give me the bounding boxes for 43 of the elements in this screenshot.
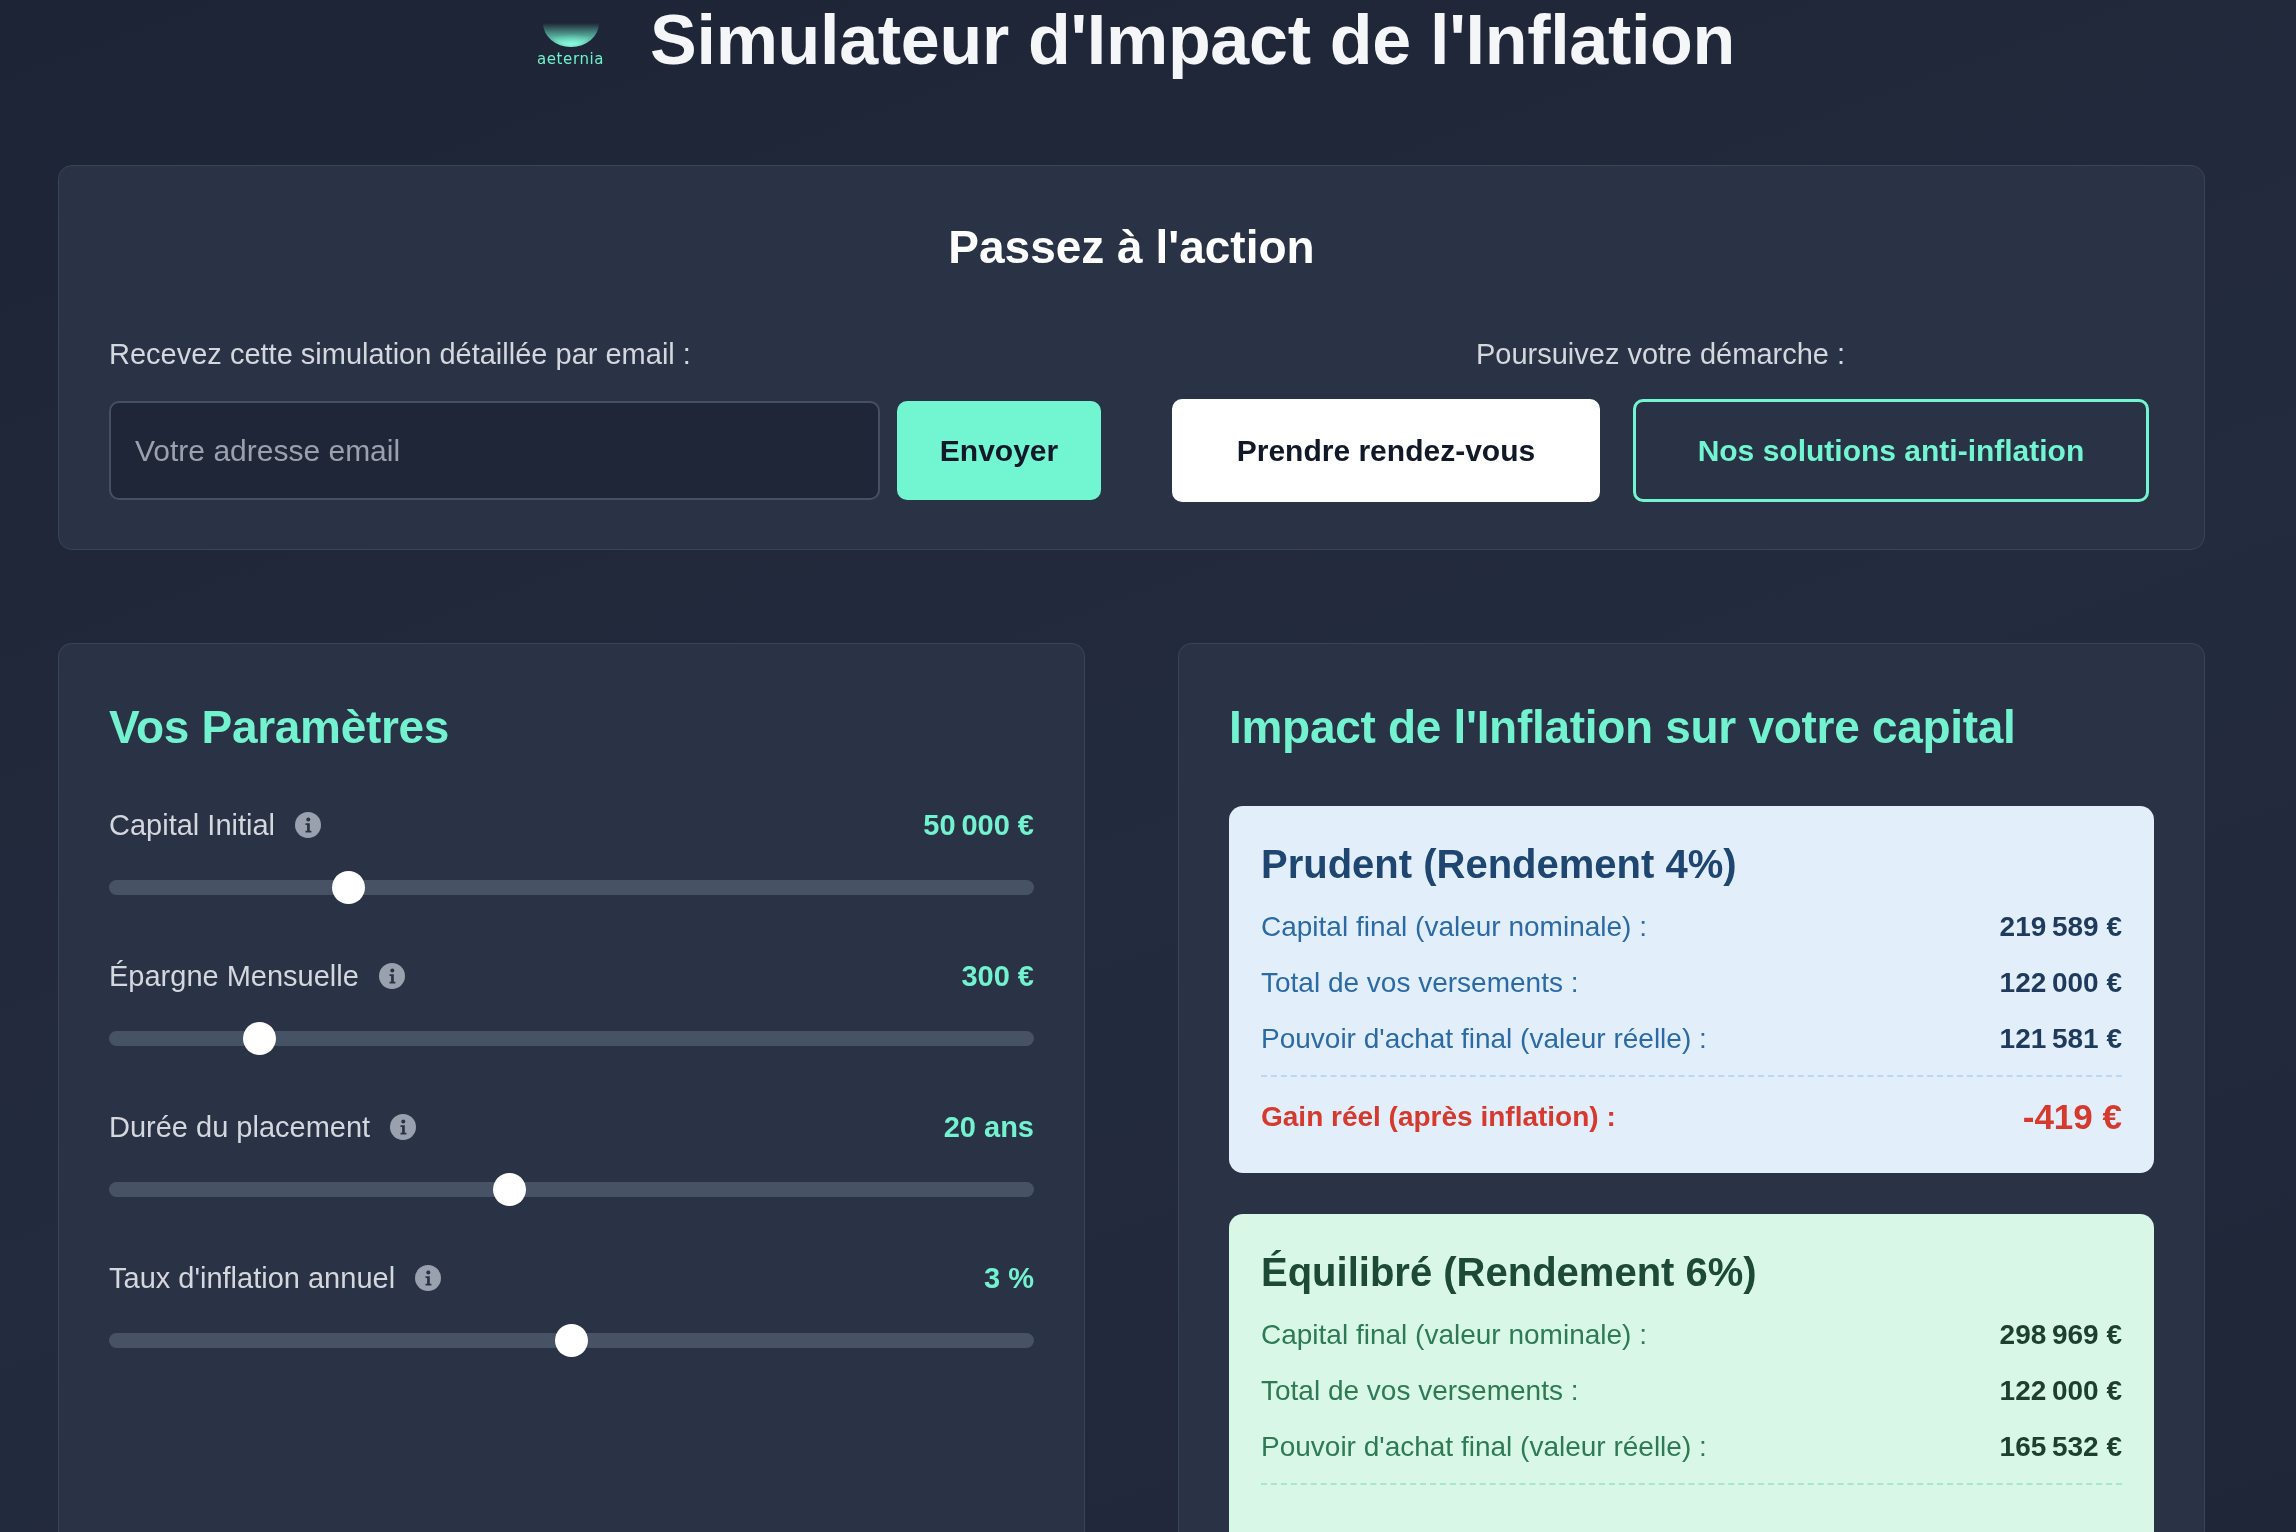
- scenario-title: Prudent (Rendement 4%): [1261, 841, 1738, 887]
- slider-thumb[interactable]: [332, 871, 365, 904]
- action-button[interactable]: Prendre rendez-vous: [1172, 399, 1600, 502]
- section-title: Impact de l'Inflation sur votre capital: [1229, 700, 2017, 754]
- action-button[interactable]: Nos solutions anti-inflation: [1632, 399, 2149, 502]
- scenario-title: Équilibré (Rendement 6%): [1261, 1249, 1758, 1295]
- slider-value: 50 000 €: [923, 808, 1034, 842]
- amount-label: Total de vos versements :: [1261, 1375, 1579, 1407]
- amount-label: Capital final (valeur nominale) :: [1261, 1319, 1647, 1351]
- gain-label: Gain réel (après inflation) :: [1261, 1100, 1616, 1134]
- amount-label: Pouvoir d'achat final (valeur réelle) :: [1261, 1023, 1707, 1055]
- slider-label: Taux d'inflation annuel: [109, 1261, 396, 1295]
- amount-value: 219 589 €: [1999, 911, 2122, 943]
- slider-label: Capital Initial: [109, 808, 276, 842]
- slider-label: Durée du placement: [109, 1110, 371, 1144]
- email-label: Recevez cette simulation détaillée par email :: [109, 337, 692, 371]
- info-icon[interactable]: [415, 1265, 442, 1291]
- slider-value: 20 ans: [943, 1110, 1034, 1144]
- amount-label: Capital final (valeur nominale) :: [1261, 911, 1647, 943]
- amount-value: 298 969 €: [1999, 1319, 2122, 1351]
- next-steps-label: Poursuivez votre démarche :: [1474, 337, 1847, 371]
- amount-label: Total de vos versements :: [1261, 967, 1579, 999]
- amount-value: 122 000 €: [1999, 967, 2122, 999]
- email-input[interactable]: Votre adresse email: [109, 401, 880, 500]
- slider-thumb[interactable]: [492, 1173, 526, 1206]
- info-icon[interactable]: [378, 963, 405, 989]
- slider-value: 3 %: [984, 1261, 1034, 1295]
- amount-value: 165 532 €: [1999, 1431, 2122, 1463]
- send-button[interactable]: Envoyer: [897, 401, 1101, 500]
- amount-value: 121 581 €: [1999, 1023, 2122, 1055]
- section-title: Vos Paramètres: [109, 700, 451, 754]
- slider-label: Épargne Mensuelle: [109, 959, 359, 993]
- amount-value: 122 000 €: [1999, 1375, 2122, 1407]
- slider-thumb[interactable]: [242, 1022, 276, 1055]
- info-icon[interactable]: [295, 812, 322, 838]
- amount-label: Pouvoir d'achat final (valeur réelle) :: [1261, 1431, 1707, 1463]
- page-title: Simulateur d'Impact de l'Inflation: [650, 1, 1735, 79]
- logo-text: aeternia: [537, 50, 605, 68]
- gain-value: -419 €: [2022, 1097, 2122, 1137]
- slider-thumb[interactable]: [555, 1324, 588, 1357]
- slider-value: 300 €: [961, 959, 1034, 993]
- panel-title: Passez à l'action: [947, 220, 1316, 274]
- info-icon[interactable]: [390, 1114, 417, 1140]
